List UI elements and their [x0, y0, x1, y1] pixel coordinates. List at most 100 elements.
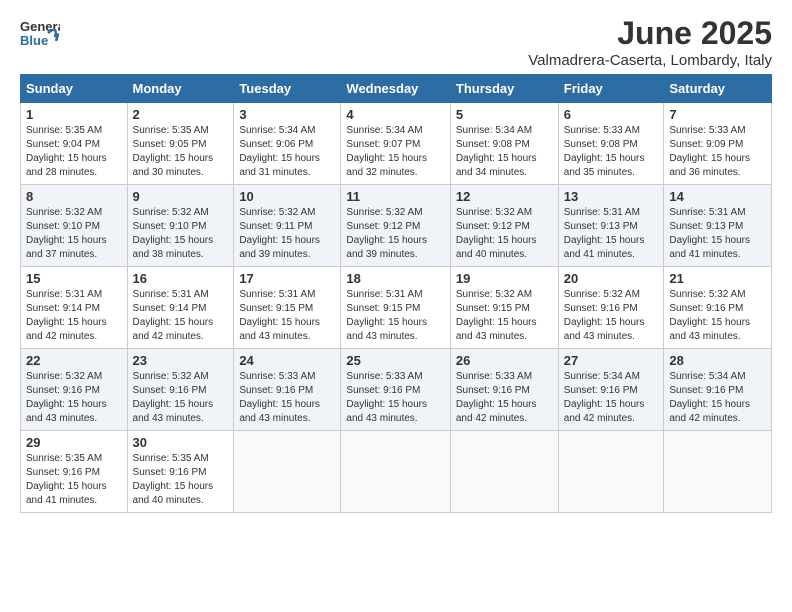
- day-number: 12: [456, 189, 553, 204]
- title-block: June 2025 Valmadrera-Caserta, Lombardy, …: [528, 15, 772, 69]
- day-info: Sunrise: 5:32 AMSunset: 9:16 PMDaylight:…: [669, 288, 766, 344]
- day-number: 30: [133, 435, 229, 450]
- day-number: 14: [669, 189, 766, 204]
- day-number: 9: [133, 189, 229, 204]
- day-info: Sunrise: 5:33 AMSunset: 9:16 PMDaylight:…: [239, 370, 335, 426]
- day-number: 24: [239, 353, 335, 368]
- table-row: 16Sunrise: 5:31 AMSunset: 9:14 PMDayligh…: [127, 267, 234, 349]
- day-info: Sunrise: 5:35 AMSunset: 9:04 PMDaylight:…: [26, 124, 122, 180]
- table-row: 7Sunrise: 5:33 AMSunset: 9:09 PMDaylight…: [664, 103, 772, 185]
- day-number: 29: [26, 435, 122, 450]
- day-info: Sunrise: 5:34 AMSunset: 9:16 PMDaylight:…: [669, 370, 766, 426]
- table-row: 14 Sunrise: 5:31 AMSunset: 9:13 PMDayligh…: [664, 185, 772, 267]
- table-row: 13 Sunrise: 5:31 AMSunset: 9:13 PMDayligh…: [558, 185, 664, 267]
- table-row: 3Sunrise: 5:34 AMSunset: 9:06 PMDaylight…: [234, 103, 341, 185]
- day-info: Sunrise: 5:32 AMSunset: 9:16 PMDaylight:…: [26, 370, 122, 426]
- table-row: 30 Sunrise: 5:35 AMSunset: 9:16 PMDayligh…: [127, 431, 234, 513]
- day-info: Sunrise: 5:33 AMSunset: 9:08 PMDaylight:…: [564, 124, 659, 180]
- table-row: 25Sunrise: 5:33 AMSunset: 9:16 PMDayligh…: [341, 349, 450, 431]
- day-info: Sunrise: 5:31 AMSunset: 9:14 PMDaylight:…: [26, 288, 122, 344]
- table-row: 10 Sunrise: 5:32 AMSunset: 9:11 PMDayligh…: [234, 185, 341, 267]
- day-number: 16: [133, 271, 229, 286]
- table-row: 6 Sunrise: 5:33 AMSunset: 9:08 PMDaylight…: [558, 103, 664, 185]
- table-row: 26 Sunrise: 5:33 AMSunset: 9:16 PMDayligh…: [450, 349, 558, 431]
- day-number: 11: [346, 189, 444, 204]
- header: General Blue June 2025 Valmadrera-Casert…: [20, 15, 772, 69]
- table-row: 11 Sunrise: 5:32 AMSunset: 9:12 PMDayligh…: [341, 185, 450, 267]
- table-row: [558, 431, 664, 513]
- table-row: [664, 431, 772, 513]
- day-info: Sunrise: 5:31 AMSunset: 9:15 PMDaylight:…: [239, 288, 335, 344]
- day-number: 23: [133, 353, 229, 368]
- table-row: 22 Sunrise: 5:32 AMSunset: 9:16 PMDayligh…: [21, 349, 128, 431]
- table-row: 2 Sunrise: 5:35 AMSunset: 9:05 PMDaylight…: [127, 103, 234, 185]
- day-number: 10: [239, 189, 335, 204]
- day-number: 22: [26, 353, 122, 368]
- main-container: General Blue June 2025 Valmadrera-Casert…: [0, 0, 792, 523]
- header-sunday: Sunday: [21, 75, 128, 103]
- table-row: 5Sunrise: 5:34 AMSunset: 9:08 PMDaylight…: [450, 103, 558, 185]
- table-row: 15 Sunrise: 5:31 AMSunset: 9:14 PMDayligh…: [21, 267, 128, 349]
- table-row: 18 Sunrise: 5:31 AMSunset: 9:15 PMDayligh…: [341, 267, 450, 349]
- header-thursday: Thursday: [450, 75, 558, 103]
- table-row: 23 Sunrise: 5:32 AMSunset: 9:16 PMDayligh…: [127, 349, 234, 431]
- day-number: 15: [26, 271, 122, 286]
- day-info: Sunrise: 5:35 AMSunset: 9:05 PMDaylight:…: [133, 124, 229, 180]
- day-info: Sunrise: 5:32 AMSunset: 9:10 PMDaylight:…: [133, 206, 229, 262]
- day-number: 28: [669, 353, 766, 368]
- table-row: 20 Sunrise: 5:32 AMSunset: 9:16 PMDayligh…: [558, 267, 664, 349]
- day-info: Sunrise: 5:32 AMSunset: 9:16 PMDaylight:…: [133, 370, 229, 426]
- day-number: 8: [26, 189, 122, 204]
- day-number: 6: [564, 107, 659, 122]
- day-number: 13: [564, 189, 659, 204]
- table-row: 17 Sunrise: 5:31 AMSunset: 9:15 PMDayligh…: [234, 267, 341, 349]
- table-row: 28 Sunrise: 5:34 AMSunset: 9:16 PMDayligh…: [664, 349, 772, 431]
- day-number: 4: [346, 107, 444, 122]
- table-row: [450, 431, 558, 513]
- header-wednesday: Wednesday: [341, 75, 450, 103]
- table-row: 1 Sunrise: 5:35 AMSunset: 9:04 PMDaylight…: [21, 103, 128, 185]
- day-info: Sunrise: 5:31 AMSunset: 9:13 PMDaylight:…: [564, 206, 659, 262]
- day-number: 2: [133, 107, 229, 122]
- day-number: 27: [564, 353, 659, 368]
- day-info: Sunrise: 5:34 AMSunset: 9:16 PMDaylight:…: [564, 370, 659, 426]
- table-row: [341, 431, 450, 513]
- day-number: 7: [669, 107, 766, 122]
- location-subtitle: Valmadrera-Caserta, Lombardy, Italy: [528, 52, 772, 69]
- day-info: Sunrise: 5:32 AMSunset: 9:15 PMDaylight:…: [456, 288, 553, 344]
- day-info: Sunrise: 5:32 AMSunset: 9:12 PMDaylight:…: [456, 206, 553, 262]
- day-number: 26: [456, 353, 553, 368]
- day-number: 18: [346, 271, 444, 286]
- day-info: Sunrise: 5:32 AMSunset: 9:10 PMDaylight:…: [26, 206, 122, 262]
- svg-text:General: General: [20, 19, 60, 34]
- header-tuesday: Tuesday: [234, 75, 341, 103]
- day-info: Sunrise: 5:34 AMSunset: 9:07 PMDaylight:…: [346, 124, 444, 180]
- day-info: Sunrise: 5:35 AMSunset: 9:16 PMDaylight:…: [133, 452, 229, 508]
- day-number: 20: [564, 271, 659, 286]
- day-number: 1: [26, 107, 122, 122]
- day-info: Sunrise: 5:34 AMSunset: 9:06 PMDaylight:…: [239, 124, 335, 180]
- day-info: Sunrise: 5:33 AMSunset: 9:16 PMDaylight:…: [346, 370, 444, 426]
- day-number: 17: [239, 271, 335, 286]
- table-row: 4 Sunrise: 5:34 AMSunset: 9:07 PMDaylight…: [341, 103, 450, 185]
- table-row: 27 Sunrise: 5:34 AMSunset: 9:16 PMDayligh…: [558, 349, 664, 431]
- day-info: Sunrise: 5:31 AMSunset: 9:15 PMDaylight:…: [346, 288, 444, 344]
- day-info: Sunrise: 5:32 AMSunset: 9:11 PMDaylight:…: [239, 206, 335, 262]
- calendar-table: Sunday Monday Tuesday Wednesday Thursday…: [20, 74, 772, 513]
- day-info: Sunrise: 5:32 AMSunset: 9:16 PMDaylight:…: [564, 288, 659, 344]
- table-row: 24 Sunrise: 5:33 AMSunset: 9:16 PMDayligh…: [234, 349, 341, 431]
- day-number: 19: [456, 271, 553, 286]
- table-row: 8 Sunrise: 5:32 AMSunset: 9:10 PMDaylight…: [21, 185, 128, 267]
- day-info: Sunrise: 5:33 AMSunset: 9:16 PMDaylight:…: [456, 370, 553, 426]
- month-year-title: June 2025: [528, 15, 772, 52]
- logo: General Blue: [20, 15, 60, 60]
- day-number: 21: [669, 271, 766, 286]
- header-saturday: Saturday: [664, 75, 772, 103]
- table-row: 9 Sunrise: 5:32 AMSunset: 9:10 PMDaylight…: [127, 185, 234, 267]
- table-row: 29Sunrise: 5:35 AMSunset: 9:16 PMDayligh…: [21, 431, 128, 513]
- table-row: 19 Sunrise: 5:32 AMSunset: 9:15 PMDayligh…: [450, 267, 558, 349]
- header-monday: Monday: [127, 75, 234, 103]
- day-info: Sunrise: 5:32 AMSunset: 9:12 PMDaylight:…: [346, 206, 444, 262]
- table-row: 21 Sunrise: 5:32 AMSunset: 9:16 PMDayligh…: [664, 267, 772, 349]
- day-info: Sunrise: 5:31 AMSunset: 9:13 PMDaylight:…: [669, 206, 766, 262]
